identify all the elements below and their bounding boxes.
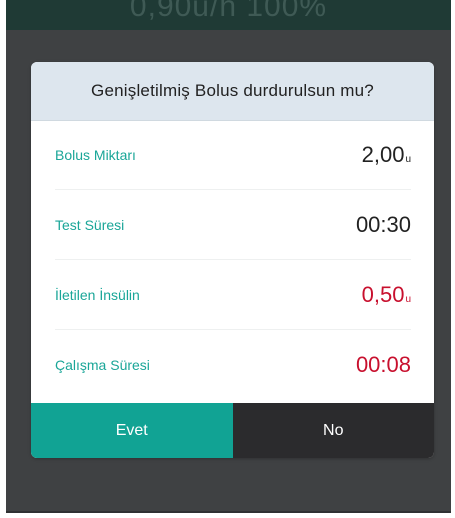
test-duration-label: Test Süresi [55,217,125,233]
test-duration-value: 00:30 [355,212,411,237]
bottom-divider [6,511,451,513]
row-bolus-amount: Bolus Miktarı 2,00u [55,120,411,190]
bolus-amount-value: 2,00u [362,142,411,168]
bolus-amount-unit: u [405,154,411,165]
dialog-title: Genişletilmiş Bolus durdurulsun mu? [91,81,374,100]
elapsed-time-value: 00:08 [355,352,411,377]
delivered-insulin-value: 0,50u [362,282,411,308]
status-bar: 0,90u/h 100% [6,0,451,30]
confirm-dialog: Genişletilmiş Bolus durdurulsun mu? Bolu… [31,62,434,458]
dialog-buttons: Evet No [31,403,434,458]
app-screen: 0,90u/h 100% Genişletilmiş Bolus durduru… [6,0,451,513]
yes-button[interactable]: Evet [31,403,233,458]
bolus-amount-label: Bolus Miktarı [55,147,136,163]
no-button[interactable]: No [232,403,434,458]
row-elapsed-time: Çalışma Süresi 00:08 [55,330,411,400]
delivered-insulin-number: 0,50 [361,282,405,307]
delivered-insulin-label: İletilen İnsülin [55,287,140,303]
row-test-duration: Test Süresi 00:30 [55,190,411,260]
partial-status-text: 0,90u/h 100% [129,0,328,23]
dialog-header: Genişletilmiş Bolus durdurulsun mu? [31,62,434,121]
row-delivered-insulin: İletilen İnsülin 0,50u [55,260,411,330]
delivered-insulin-unit: u [405,294,411,305]
elapsed-time-label: Çalışma Süresi [55,357,150,373]
bolus-amount-number: 2,00 [361,142,405,167]
